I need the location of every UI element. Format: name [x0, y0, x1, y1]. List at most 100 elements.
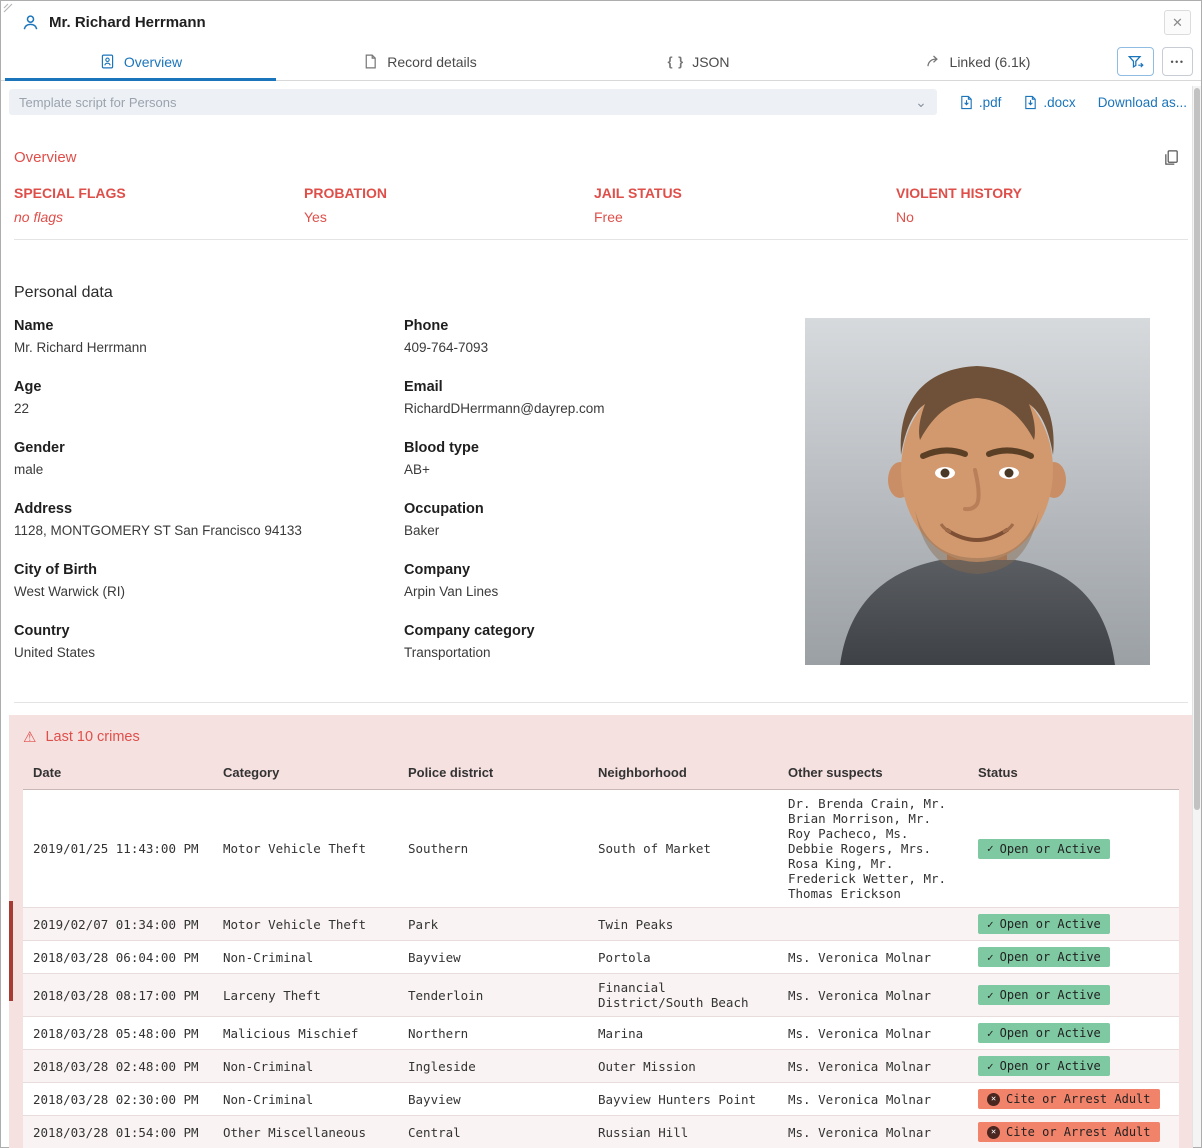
json-braces-icon: { }	[667, 54, 684, 69]
scrollbar-thumb[interactable]	[1194, 88, 1200, 810]
field-label: Phone	[404, 318, 794, 334]
tab-label: JSON	[692, 54, 729, 70]
crime-status: ✕Cite or Arrest Adult	[968, 1116, 1179, 1148]
flag-label: PROBATION	[304, 185, 594, 201]
field-value: West Warwick (RI)	[14, 584, 404, 599]
pdf-file-icon	[959, 95, 974, 110]
close-icon[interactable]: ✕	[1164, 10, 1191, 35]
crime-row: 2018/03/28 05:48:00 PMMalicious Mischief…	[23, 1017, 1179, 1050]
personal-data-section: NameMr. Richard HerrmannAge22GendermaleA…	[14, 318, 1188, 684]
crime-status: ✓Open or Active	[968, 974, 1179, 1017]
personal-fields-right: Phone409-764-7093EmailRichardDHerrmann@d…	[404, 318, 794, 684]
column-header-other-suspects: Other suspects	[778, 758, 968, 790]
field-label: Company	[404, 562, 794, 578]
crime-district: Central	[398, 1116, 588, 1148]
check-icon: ✓	[987, 1060, 994, 1073]
status-label: Open or Active	[1000, 1059, 1101, 1073]
title-bar: Mr. Richard Herrmann ✕	[1, 1, 1201, 43]
crime-suspects: Ms. Veronica Molnar	[778, 1017, 968, 1050]
crime-district: Tenderloin	[398, 974, 588, 1017]
status-label: Cite or Arrest Adult	[1006, 1092, 1151, 1106]
crime-district: Southern	[398, 790, 588, 908]
template-script-select[interactable]: Template script for Persons ⌄	[9, 89, 937, 115]
crime-district: Ingleside	[398, 1050, 588, 1083]
status-badge: ✓Open or Active	[978, 985, 1110, 1005]
personal-field: Occupation Baker	[404, 501, 794, 538]
scrollbar-track[interactable]	[1192, 86, 1201, 1147]
personal-field: EmailRichardDHerrmann@dayrep.com	[404, 379, 794, 416]
crime-category: Motor Vehicle Theft	[213, 790, 398, 908]
crime-category: Non-Criminal	[213, 1083, 398, 1116]
crime-neighborhood: Russian Hill	[588, 1116, 778, 1148]
crimes-table-body: 2019/01/25 11:43:00 PMMotor Vehicle Thef…	[23, 790, 1179, 1148]
tab-json[interactable]: { } JSON	[559, 43, 838, 80]
download-docx-link[interactable]: .docx	[1023, 95, 1075, 110]
field-value: Mr. Richard Herrmann	[14, 340, 404, 355]
docx-label: .docx	[1043, 95, 1075, 110]
crime-neighborhood: South of Market	[588, 790, 778, 908]
download-as-label: Download as...	[1098, 95, 1187, 110]
crime-category: Motor Vehicle Theft	[213, 908, 398, 941]
field-value: AB+	[404, 462, 794, 477]
download-as-link[interactable]: Download as...	[1098, 95, 1187, 110]
personal-field: CountryUnited States	[14, 623, 404, 660]
flags-row: SPECIAL FLAGS no flags PROBATION Yes JAI…	[14, 185, 1188, 225]
divider	[14, 702, 1188, 703]
field-label: City of Birth	[14, 562, 404, 578]
flag-jail-status: JAIL STATUS Free	[594, 185, 896, 225]
flag-label: SPECIAL FLAGS	[14, 185, 304, 201]
crime-status: ✓ Open or Active	[968, 1050, 1179, 1083]
tab-label: Linked (6.1k)	[950, 54, 1031, 70]
personal-field: Name Mr. Richard Herrmann	[14, 318, 404, 355]
personal-field: City of Birth West Warwick (RI)	[14, 562, 404, 599]
flag-value: Yes	[304, 209, 594, 225]
crime-date: 2018/03/28 02:30:00 PM	[23, 1083, 213, 1116]
crime-suspects: Ms. Veronica Molnar	[778, 1083, 968, 1116]
crime-date: 2018/03/28 01:54:00 PM	[23, 1116, 213, 1148]
crime-status: ✓Open or Active	[968, 1017, 1179, 1050]
field-value: 1128, MONTGOMERY ST San Francisco 94133	[14, 523, 404, 538]
tab-record-details[interactable]: Record details	[280, 43, 559, 80]
flag-value: No	[896, 209, 1188, 225]
crime-category: Non-Criminal	[213, 941, 398, 974]
tab-overview[interactable]: Overview	[1, 43, 280, 80]
tabs: Overview Record details { } JSON Linked …	[1, 43, 1117, 80]
field-label: Address	[14, 501, 404, 517]
field-label: Email	[404, 379, 794, 395]
crime-date: 2018/03/28 02:48:00 PM	[23, 1050, 213, 1083]
field-label: Name	[14, 318, 404, 334]
select-placeholder: Template script for Persons	[19, 95, 177, 110]
crimes-scroll-indicator[interactable]	[9, 901, 13, 1001]
crime-date: 2018/03/28 08:17:00 PM	[23, 974, 213, 1017]
download-pdf-link[interactable]: .pdf	[959, 95, 1002, 110]
document-icon	[362, 53, 379, 70]
resize-handle-icon[interactable]	[3, 3, 15, 15]
flag-label: VIOLENT HISTORY	[896, 185, 1188, 201]
page-title: Mr. Richard Herrmann	[49, 14, 206, 31]
copy-icon[interactable]	[1163, 149, 1180, 171]
crimes-header: ⚠ Last 10 crimes	[23, 729, 1179, 745]
more-options-button[interactable]: •••	[1162, 47, 1193, 76]
crimes-table: Date Category Police district Neighborho…	[23, 758, 1179, 1148]
flag-probation: PROBATION Yes	[304, 185, 594, 225]
crime-neighborhood: Twin Peaks	[588, 908, 778, 941]
field-label: Occupation	[404, 501, 794, 517]
field-value: Baker	[404, 523, 794, 538]
personal-fields-left: NameMr. Richard HerrmannAge22GendermaleA…	[14, 318, 404, 684]
flag-special-flags: SPECIAL FLAGS no flags	[14, 185, 304, 225]
tab-actions: •••	[1117, 43, 1193, 80]
crime-date: 2019/02/07 01:34:00 PM	[23, 908, 213, 941]
tab-linked[interactable]: Linked (6.1k)	[838, 43, 1117, 80]
field-label: Country	[14, 623, 404, 639]
share-arrow-icon	[925, 53, 942, 70]
field-value: Arpin Van Lines	[404, 584, 794, 599]
crime-row: 2018/03/28 01:54:00 PMOther Miscellaneou…	[23, 1116, 1179, 1148]
field-value: male	[14, 462, 404, 477]
check-icon: ✓	[987, 989, 994, 1002]
column-header-category: Category	[213, 758, 398, 790]
crime-district: Park	[398, 908, 588, 941]
crime-row: 2018/03/28 08:17:00 PMLarceny TheftTende…	[23, 974, 1179, 1017]
field-value: Transportation	[404, 645, 794, 660]
filter-button[interactable]	[1117, 47, 1154, 76]
status-label: Open or Active	[1000, 917, 1101, 931]
